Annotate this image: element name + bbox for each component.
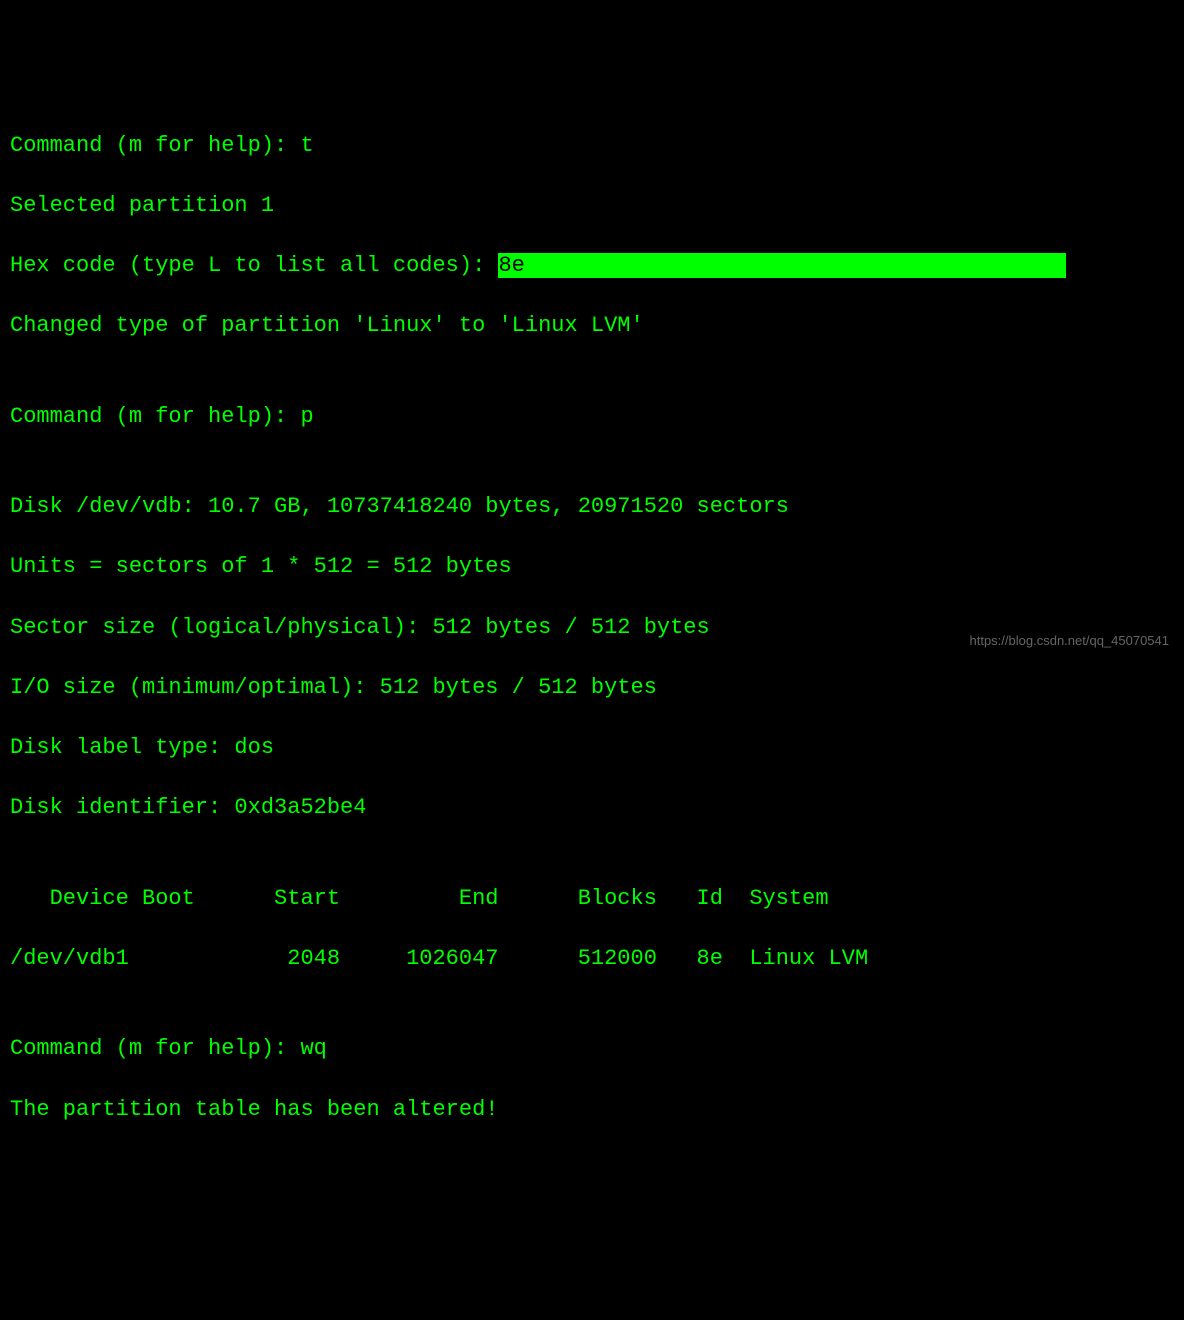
hex-code-line: Hex code (type L to list all codes): 8e xyxy=(10,251,1174,281)
cmd-line-p: Command (m for help): p xyxy=(10,402,1174,432)
user-input: p xyxy=(300,404,313,429)
output-line: I/O size (minimum/optimal): 512 bytes / … xyxy=(10,673,1174,703)
table-row: /dev/vdb1 2048 1026047 512000 8e Linux L… xyxy=(10,944,1174,974)
prompt: Command (m for help): xyxy=(10,404,300,429)
output-line: Changed type of partition 'Linux' to 'Li… xyxy=(10,311,1174,341)
user-input: t xyxy=(300,133,313,158)
output-line: Disk /dev/vdb: 10.7 GB, 10737418240 byte… xyxy=(10,492,1174,522)
prompt: Command (m for help): xyxy=(10,133,300,158)
watermark: https://blog.csdn.net/qq_45070541 xyxy=(970,632,1170,650)
prompt: Hex code (type L to list all codes): xyxy=(10,253,498,278)
table-header: Device Boot Start End Blocks Id System xyxy=(10,884,1174,914)
output-line: Units = sectors of 1 * 512 = 512 bytes xyxy=(10,552,1174,582)
output-line: Selected partition 1 xyxy=(10,191,1174,221)
output-line: Disk identifier: 0xd3a52be4 xyxy=(10,793,1174,823)
cmd-line-t: Command (m for help): t xyxy=(10,131,1174,161)
cmd-line-wq: Command (m for help): wq xyxy=(10,1034,1174,1064)
output-line: Disk label type: dos xyxy=(10,733,1174,763)
user-input: wq xyxy=(300,1036,326,1061)
output-line: The partition table has been altered! xyxy=(10,1095,1174,1125)
prompt: Command (m for help): xyxy=(10,1036,300,1061)
highlighted-input: 8e xyxy=(498,253,1066,278)
